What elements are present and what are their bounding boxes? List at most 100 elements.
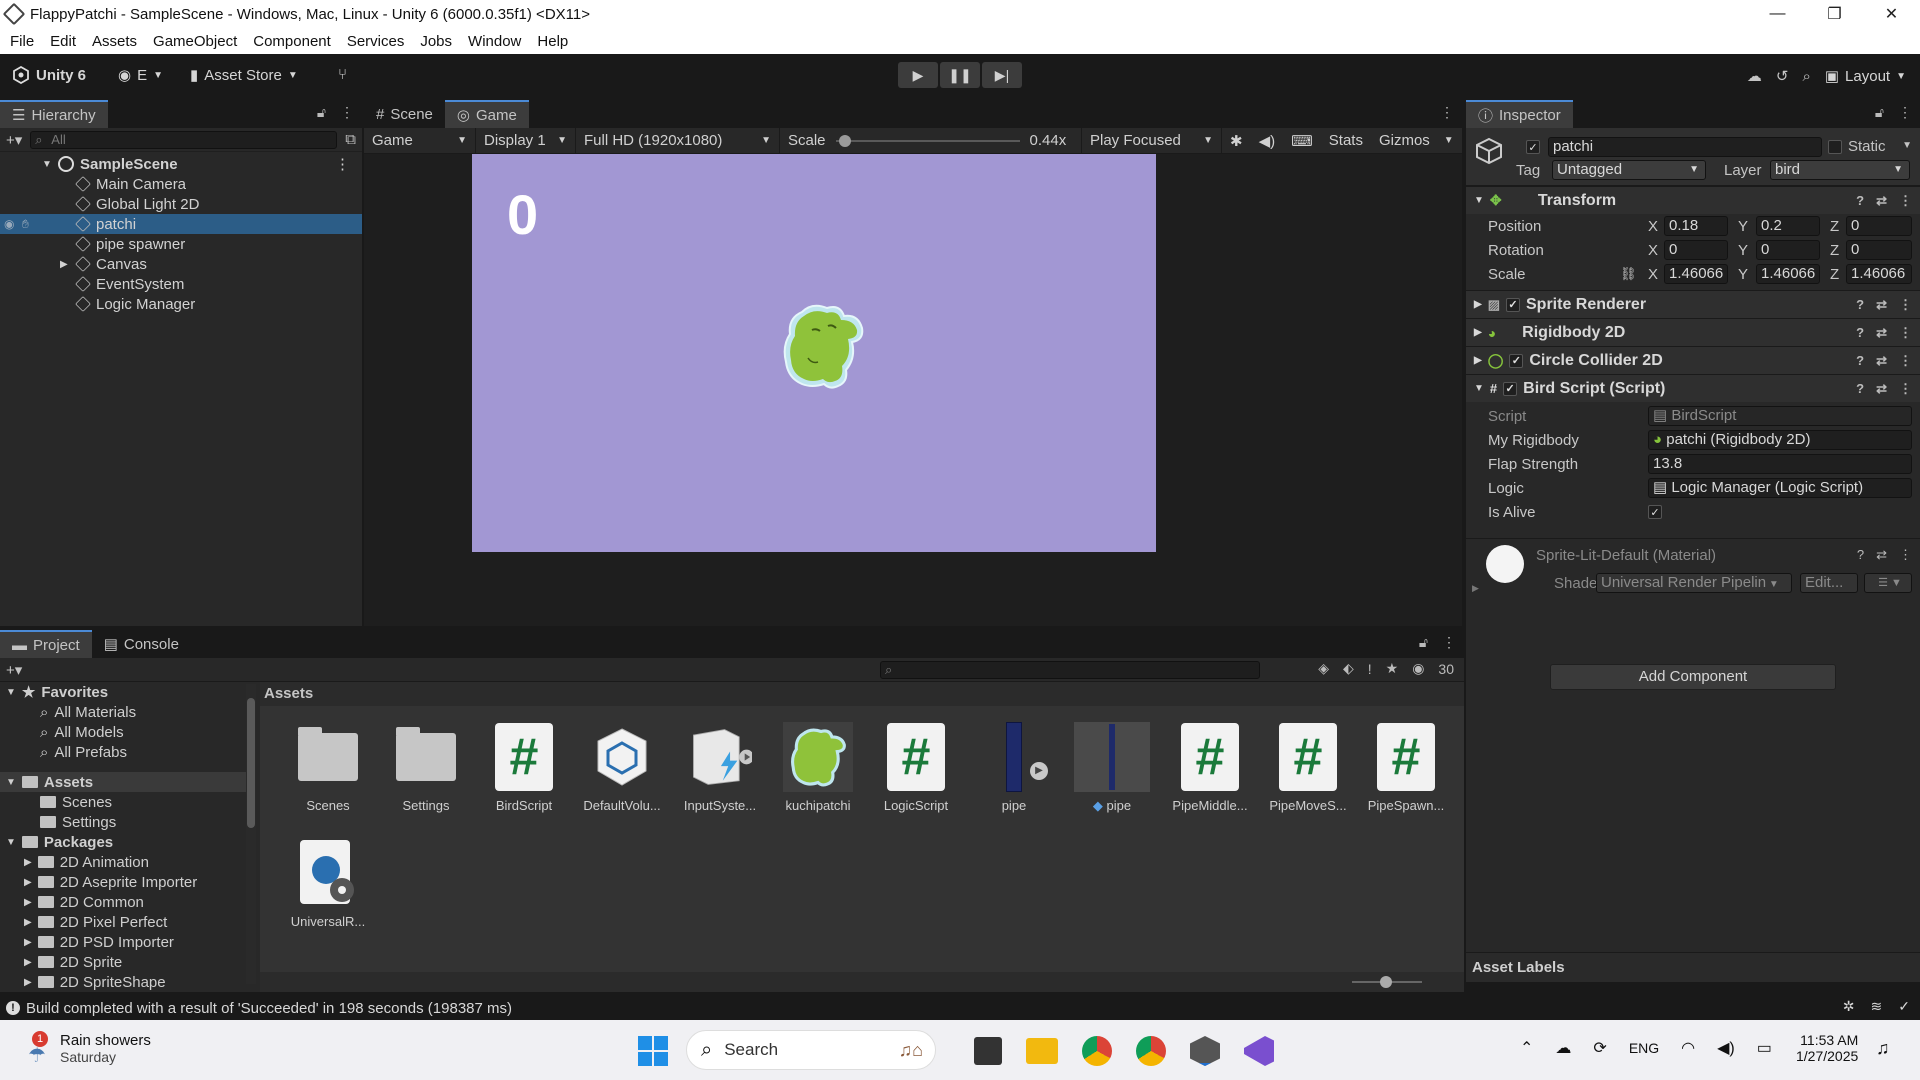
asset-pipemove-script[interactable]: # PipeMoveS... — [1260, 722, 1356, 813]
scale-z-field[interactable]: 1.46066 — [1846, 264, 1912, 284]
step-button[interactable]: ▶| — [982, 62, 1022, 88]
more-icon[interactable]: ⋮ — [1899, 381, 1912, 397]
asset-pipespawn-script[interactable]: # PipeSpawn... — [1358, 722, 1454, 813]
my-rigidbody-field[interactable]: ◕ patchi (Rigidbody 2D) — [1648, 430, 1912, 450]
scale-y-field[interactable]: 1.46066 — [1756, 264, 1820, 284]
static-dropdown-icon[interactable]: ▼ — [1902, 140, 1912, 151]
object-name-field[interactable]: patchi — [1548, 137, 1822, 157]
cloud-icon[interactable]: ☁ — [1747, 67, 1762, 85]
tab-inspector[interactable]: ⓘ Inspector — [1466, 100, 1573, 128]
circle-collider-enabled-checkbox[interactable]: ✓ — [1509, 353, 1524, 368]
bird-script-enabled-checkbox[interactable]: ✓ — [1503, 381, 1518, 396]
logic-field[interactable]: ▤ Logic Manager (Logic Script) — [1648, 478, 1912, 498]
tree-scrollbar[interactable] — [246, 684, 256, 984]
hierarchy-item-logic-manager[interactable]: Logic Manager — [0, 294, 362, 314]
hierarchy-item-canvas[interactable]: ▶ Canvas — [0, 254, 362, 274]
check-circle-icon[interactable]: ✓ — [1898, 998, 1910, 1015]
preset-icon[interactable]: ⇄ — [1876, 547, 1887, 563]
chevron-up-icon[interactable]: ⌃ — [1520, 1038, 1533, 1058]
sync-icon[interactable]: ⟳ — [1593, 1038, 1606, 1058]
tab-game[interactable]: ◎ Game — [444, 100, 529, 128]
asset-logicscript[interactable]: # LogicScript — [868, 722, 964, 813]
active-checkbox[interactable]: ✓ — [1526, 140, 1540, 154]
asset-folder-row[interactable]: Scenes — [0, 792, 256, 812]
package-row[interactable]: ▶ 2D Common — [0, 892, 256, 912]
more-icon[interactable]: ⋮ — [1440, 104, 1454, 121]
unity-taskbar-icon[interactable] — [1190, 1036, 1220, 1066]
menu-services[interactable]: Services — [339, 33, 413, 50]
package-row[interactable]: ▶ 2D Pixel Perfect — [0, 912, 256, 932]
scale-slider[interactable] — [835, 134, 1020, 148]
layer-dropdown[interactable]: bird ▼ — [1770, 160, 1910, 180]
package-row[interactable]: ▶ 2D Animation — [0, 852, 256, 872]
add-component-button[interactable]: Add Component — [1550, 664, 1836, 690]
tab-console[interactable]: ▤ Console — [91, 630, 191, 658]
game-viewport[interactable]: 0 — [364, 154, 1462, 552]
unity-account-button[interactable]: Unity 6 — [12, 66, 86, 84]
favorites-row[interactable]: ▼ ★ Favorites — [0, 682, 256, 702]
more-icon[interactable]: ⋮ — [1899, 297, 1912, 313]
help-icon[interactable]: ? — [1856, 193, 1864, 209]
asset-birdscript[interactable]: # BirdScript — [476, 722, 572, 813]
help-icon[interactable]: ? — [1856, 325, 1864, 341]
asset-pipemiddle-script[interactable]: # PipeMiddle... — [1162, 722, 1258, 813]
stats-button[interactable]: Stats — [1321, 128, 1371, 154]
chrome-profile-icon[interactable] — [1136, 1036, 1166, 1066]
preset-icon[interactable]: ⇄ — [1876, 193, 1887, 209]
constrain-link-icon[interactable]: ⛓ — [1620, 266, 1637, 282]
create-button[interactable]: +▾ — [6, 661, 22, 679]
project-search-input[interactable]: ⌕ — [880, 660, 1260, 679]
static-checkbox[interactable] — [1828, 140, 1842, 154]
assets-root-row[interactable]: ▼ Assets — [0, 772, 256, 792]
package-row[interactable]: ▶ 2D Aseprite Importer — [0, 872, 256, 892]
close-button[interactable]: ✕ — [1863, 0, 1920, 28]
debug-icon[interactable]: ✲ — [1843, 998, 1855, 1015]
file-explorer-icon[interactable] — [1026, 1038, 1058, 1064]
create-button[interactable]: +▾ — [6, 131, 22, 149]
hidden-packages-icon[interactable]: ◉ — [1412, 660, 1424, 677]
more-icon[interactable]: ⋮ — [1899, 353, 1912, 369]
resolution-dropdown[interactable]: Full HD (1920x1080) ▼ — [576, 127, 780, 154]
packages-root-row[interactable]: ▼ Packages — [0, 832, 256, 852]
preset-icon[interactable]: ⇄ — [1876, 381, 1887, 397]
help-icon[interactable]: ? — [1856, 381, 1864, 397]
play-button[interactable]: ▶ — [898, 62, 938, 88]
asset-scenes-folder[interactable]: Scenes — [280, 722, 376, 813]
lock-icon[interactable]: 🔓︎ — [1875, 104, 1884, 121]
hierarchy-scene-row[interactable]: ▼ SampleScene ⋮ — [0, 154, 362, 174]
more-icon[interactable]: ⋮ — [1899, 325, 1912, 341]
shader-options-dropdown[interactable]: ☰ ▼ — [1864, 573, 1912, 593]
search-options-icon[interactable]: ⧉ — [345, 131, 356, 148]
hierarchy-item-patchi[interactable]: ◉ ✋︎ patchi — [0, 214, 362, 234]
menu-help[interactable]: Help — [529, 33, 576, 50]
asset-input-system[interactable]: InputSyste... — [672, 722, 768, 813]
onedrive-icon[interactable]: ☁ — [1555, 1038, 1571, 1058]
minimize-button[interactable]: — — [1749, 0, 1806, 28]
keyboard-toggle[interactable]: ⌨ — [1283, 128, 1321, 154]
hierarchy-item-global-light[interactable]: Global Light 2D — [0, 194, 362, 214]
game-mode-dropdown[interactable]: Game ▼ — [364, 127, 476, 154]
more-icon[interactable]: ⋮ — [340, 104, 354, 121]
position-z-field[interactable]: 0 — [1846, 216, 1912, 236]
pickable-hand-icon[interactable]: ✋︎ — [22, 217, 29, 232]
tab-project[interactable]: ▬ Project — [0, 630, 92, 658]
position-y-field[interactable]: 0.2 — [1756, 216, 1820, 236]
package-row[interactable]: ▶ 2D SpriteShape — [0, 972, 256, 992]
rotation-z-field[interactable]: 0 — [1846, 240, 1912, 260]
shader-edit-button[interactable]: Edit... — [1800, 573, 1858, 593]
is-alive-checkbox[interactable]: ✓ — [1648, 505, 1662, 519]
favorite-item[interactable]: ⌕ All Models — [0, 722, 256, 742]
icon-size-slider-thumb[interactable] — [1380, 976, 1392, 988]
shader-dropdown[interactable]: Universal Render Pipelin ▼ — [1596, 573, 1792, 593]
menu-jobs[interactable]: Jobs — [412, 33, 460, 50]
taskbar-search-box[interactable]: ⌕ Search ♫⌂ — [686, 1030, 936, 1070]
bird-script-header[interactable]: ▼ # ✓ Bird Script (Script) ? ⇄ ⋮ — [1466, 374, 1920, 402]
tree-scrollbar-thumb[interactable] — [247, 698, 255, 828]
more-icon[interactable]: ⋮ — [1898, 104, 1912, 121]
rigidbody-2d-header[interactable]: ▶ ◕ Rigidbody 2D ? ⇄ ⋮ — [1466, 318, 1920, 346]
scene-more-icon[interactable]: ⋮ — [335, 155, 350, 173]
menu-gameobject[interactable]: GameObject — [145, 33, 245, 50]
transform-header[interactable]: ▼ ✥ Transform ? ⇄ ⋮ — [1466, 186, 1920, 214]
asset-pipe-prefab[interactable]: ◆ pipe — [1064, 722, 1160, 814]
log-filter-icon[interactable]: ! — [1368, 661, 1372, 677]
